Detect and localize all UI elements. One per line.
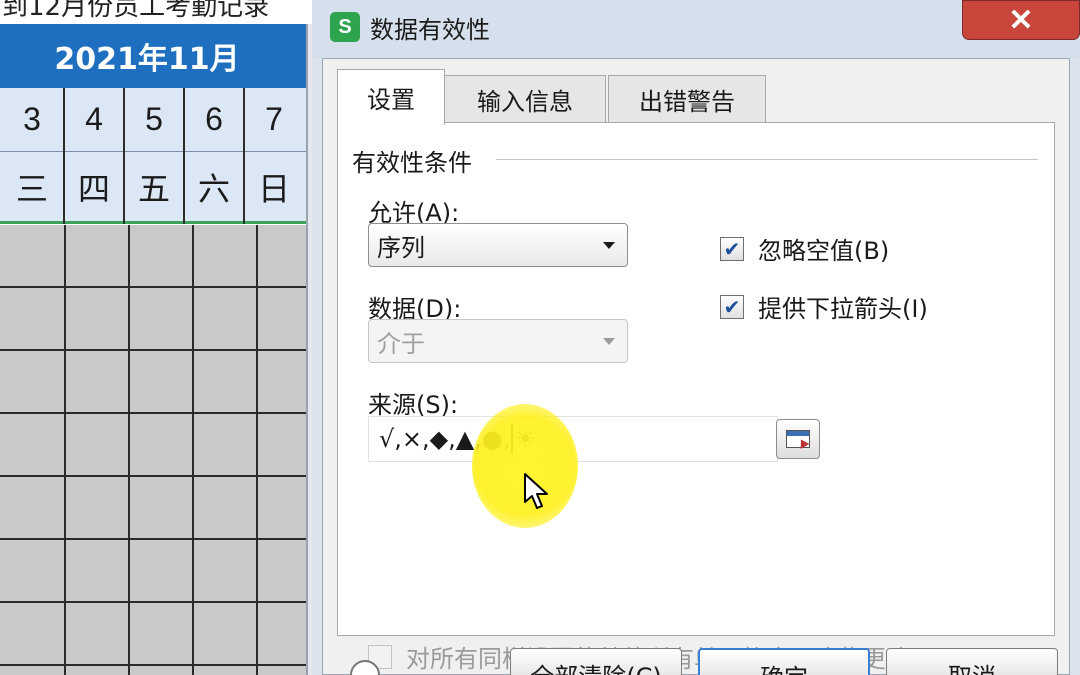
range-select-icon — [786, 430, 810, 448]
in-cell-dropdown-label: 提供下拉箭头(I) — [758, 295, 928, 323]
ignore-blank-option[interactable]: ✔ 忽略空值(B) — [720, 231, 889, 266]
source-input[interactable]: √,×,◆,▲,●, ☀ — [368, 416, 778, 462]
checkmark-icon: ✔ — [723, 294, 741, 319]
group-divider — [496, 159, 1038, 160]
date-cell[interactable]: 5 — [124, 88, 184, 151]
range-picker-button[interactable] — [776, 419, 820, 459]
ignore-blank-label: 忽略空值(B) — [758, 237, 890, 265]
grid-line — [63, 152, 65, 224]
date-cell[interactable]: 6 — [184, 88, 244, 151]
clear-all-button[interactable]: 全部清除(C) — [510, 648, 682, 675]
group-title: 有效性条件 — [352, 143, 478, 178]
weekdays-row: 三 四 五 六 日 — [0, 152, 308, 224]
dialog-title: 数据有效性 — [370, 16, 490, 44]
weekday-cell[interactable]: 四 — [64, 152, 124, 221]
grid-line — [243, 152, 245, 224]
close-icon: ✕ — [1008, 3, 1034, 37]
grid-line — [63, 88, 65, 152]
dates-row: 3 4 5 6 7 — [0, 88, 308, 152]
source-label: 来源(S): — [368, 391, 459, 419]
data-select-value: 介于 — [377, 329, 425, 358]
tab-settings[interactable]: 设置 — [337, 69, 445, 125]
checkmark-icon: ✔ — [723, 236, 741, 261]
in-cell-dropdown-checkbox[interactable]: ✔ — [720, 294, 744, 319]
month-header: 2021年11月 — [0, 24, 308, 88]
ignore-blank-checkbox[interactable]: ✔ — [720, 236, 744, 261]
data-validation-dialog: S 数据有效性 ✕ 设置 输入信息 出错警告 有效性条件 允许(A): 序列 数… — [312, 0, 1080, 675]
allow-select[interactable]: 序列 — [368, 223, 628, 267]
chevron-down-icon — [603, 338, 615, 345]
source-value-tail: ☀ — [514, 425, 536, 453]
wps-app-icon: S — [330, 12, 360, 42]
weekday-cell[interactable]: 日 — [244, 152, 304, 221]
tab-input-info[interactable]: 输入信息 — [444, 75, 606, 123]
allow-select-value: 序列 — [377, 233, 425, 262]
weekday-cell[interactable]: 六 — [184, 152, 244, 221]
grid-line — [183, 152, 185, 224]
data-select[interactable]: 介于 — [368, 319, 628, 363]
close-button[interactable]: ✕ — [962, 0, 1080, 40]
sheet-cell-grid[interactable] — [0, 225, 308, 675]
chevron-down-icon — [603, 242, 615, 249]
date-cell[interactable]: 3 — [0, 88, 64, 151]
grid-line — [123, 152, 125, 224]
tab-error-alert[interactable]: 出错警告 — [608, 75, 766, 123]
grid-line — [183, 88, 185, 152]
dialog-title-bar[interactable]: S 数据有效性 ✕ — [312, 0, 1080, 58]
date-cell[interactable]: 7 — [244, 88, 304, 151]
grid-line — [123, 88, 125, 152]
cancel-button[interactable]: 取消 — [886, 648, 1058, 675]
weekday-cell[interactable]: 三 — [0, 152, 64, 221]
text-caret — [511, 424, 514, 454]
dialog-client-area: 设置 输入信息 出错警告 有效性条件 允许(A): 序列 数据(D): 介于 ✔… — [322, 58, 1070, 675]
ok-button[interactable]: 确定 — [698, 648, 870, 675]
settings-panel: 有效性条件 允许(A): 序列 数据(D): 介于 ✔ 忽略空值(B) ✔ 提供… — [337, 122, 1055, 673]
weekday-cell[interactable]: 五 — [124, 152, 184, 221]
in-cell-dropdown-option[interactable]: ✔ 提供下拉箭头(I) — [720, 289, 928, 324]
source-value: √,×,◆,▲,●, — [379, 425, 511, 453]
grid-line — [243, 88, 245, 152]
date-cell[interactable]: 4 — [64, 88, 124, 151]
spreadsheet-background: 到12月份员工考勤记录 2021年11月 3 4 5 6 7 三 四 五 六 日 — [0, 0, 330, 675]
sheet-title-fragment: 到12月份员工考勤记录 — [0, 0, 330, 24]
